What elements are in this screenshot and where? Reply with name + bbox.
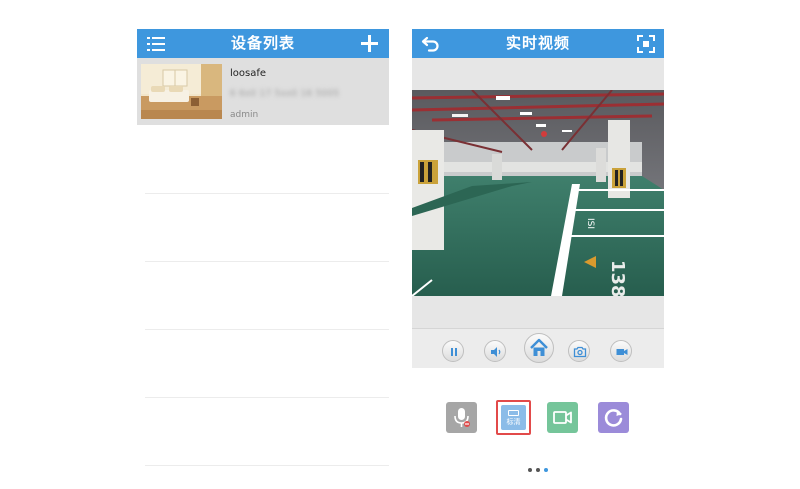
speaker-icon (491, 347, 501, 357)
svg-text:138: 138 (607, 260, 628, 296)
device-id: 6 6x0 17 5xx0 16 5005 (230, 89, 340, 99)
home-button[interactable] (524, 333, 554, 363)
live-video-view[interactable]: ISI 138 (412, 90, 664, 296)
home-icon (530, 338, 548, 356)
playback-control-bar (412, 329, 664, 368)
live-video-header: 实时视频 (412, 29, 664, 58)
list-divider (145, 329, 389, 330)
device-thumbnail (141, 64, 222, 119)
live-video-screen: 实时视频 ISI 138 标清 (412, 29, 664, 472)
speaker-button[interactable] (484, 340, 506, 362)
device-list-screen: 设备列表 loosafe 6 6x0 17 5xx0 16 5005 admin (137, 29, 389, 466)
rotate-icon (604, 409, 623, 427)
snapshot-button[interactable] (568, 340, 590, 362)
page-title: 设备列表 (230, 34, 295, 52)
page-dot[interactable] (536, 468, 540, 472)
video-record-icon (553, 411, 572, 424)
svg-text:ISI: ISI (585, 218, 595, 229)
record-button[interactable] (610, 340, 632, 362)
page-indicator (412, 457, 664, 476)
device-user: admin (230, 110, 259, 120)
device-list-header: 设备列表 (137, 29, 389, 58)
rotate-button[interactable] (598, 402, 629, 433)
quality-label: 标清 (506, 418, 521, 426)
video-record-button[interactable] (547, 402, 578, 433)
list-divider (145, 397, 389, 398)
page-title: 实时视频 (505, 34, 570, 52)
page-dot[interactable] (528, 468, 532, 472)
list-divider (145, 193, 389, 194)
fullscreen-icon[interactable] (637, 35, 655, 53)
pause-button[interactable] (442, 340, 464, 362)
mic-off-button[interactable] (446, 402, 477, 433)
add-device-icon[interactable] (361, 35, 378, 52)
list-divider (145, 261, 389, 262)
pause-icon (451, 348, 457, 356)
video-top-margin (412, 58, 664, 90)
quality-frame (508, 410, 519, 416)
device-list-item[interactable]: loosafe 6 6x0 17 5xx0 16 5005 admin (137, 58, 389, 125)
page-dot-active[interactable] (544, 468, 548, 472)
list-divider (145, 465, 389, 466)
record-icon (616, 349, 628, 355)
mic-off-icon (454, 408, 470, 427)
snapshot-icon (573, 346, 587, 358)
video-bottom-margin (412, 296, 664, 328)
quality-button[interactable]: 标清 (496, 400, 531, 435)
quality-icon: 标清 (501, 405, 526, 430)
device-name: loosafe (230, 68, 267, 79)
